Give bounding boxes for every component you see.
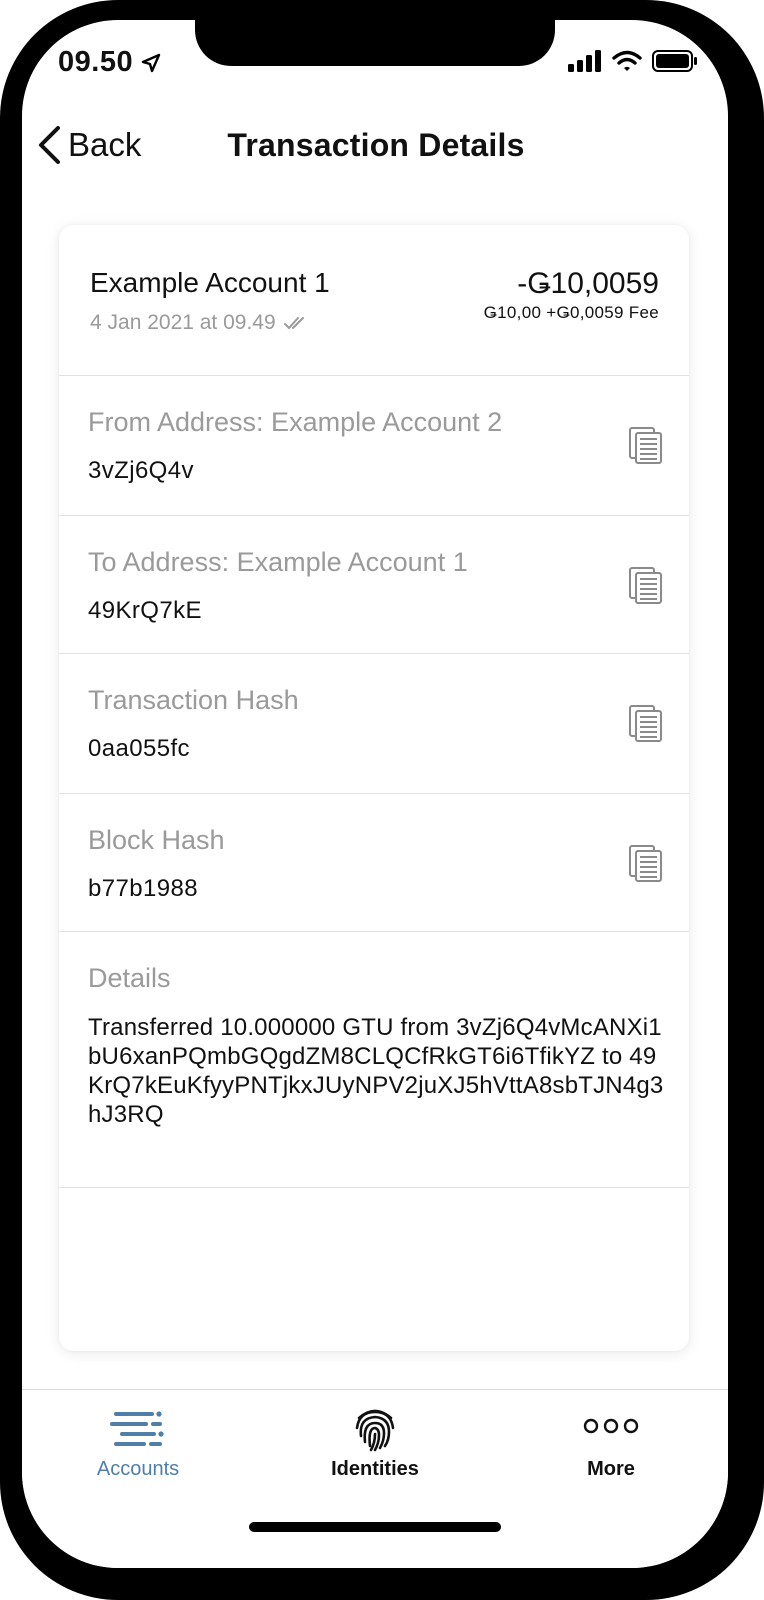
details-row: Details Transferred 10.000000 GTU from 3… bbox=[59, 931, 689, 1188]
from-address-row: From Address: Example Account 2 3vZj6Q4v bbox=[59, 375, 689, 516]
location-arrow-icon bbox=[141, 53, 161, 72]
tab-bar: Accounts Identities More bbox=[22, 1389, 728, 1568]
transaction-amount: -Ǥ10,0059 bbox=[517, 267, 659, 300]
to-address-row: To Address: Example Account 1 49KrQ7kE bbox=[59, 515, 689, 654]
from-address-value: 3vZj6Q4v bbox=[88, 457, 194, 484]
navigation-bar: Back Transaction Details bbox=[22, 120, 728, 170]
block-hash-row: Block Hash b77b1988 bbox=[59, 793, 689, 932]
status-time: 09.50 bbox=[58, 46, 161, 79]
battery-icon bbox=[652, 50, 697, 72]
accounts-list-icon bbox=[110, 1411, 164, 1446]
details-label: Details bbox=[88, 963, 171, 993]
account-name: Example Account 1 bbox=[90, 267, 330, 298]
tab-accounts[interactable]: Accounts bbox=[38, 1390, 238, 1500]
copy-icon[interactable] bbox=[629, 567, 663, 605]
copy-icon[interactable] bbox=[629, 705, 663, 743]
fingerprint-icon bbox=[355, 1409, 395, 1452]
double-check-icon bbox=[283, 317, 304, 330]
transaction-summary: Example Account 1 4 Jan 2021 at 09.49 -Ǥ… bbox=[59, 225, 689, 376]
tab-more-label: More bbox=[587, 1458, 635, 1480]
tab-accounts-label: Accounts bbox=[96, 1458, 180, 1480]
status-indicators bbox=[568, 50, 698, 72]
transaction-hash-row: Transaction Hash 0aa055fc bbox=[59, 653, 689, 794]
page-title: Transaction Details bbox=[227, 127, 525, 163]
status-time-text: 09.50 bbox=[58, 46, 134, 78]
transaction-fee: Ǥ10,00 +Ǥ0,0059 Fee bbox=[483, 303, 659, 322]
cellular-signal-icon bbox=[568, 50, 601, 72]
tab-more[interactable]: More bbox=[511, 1390, 711, 1500]
transaction-date: 4 Jan 2021 at 09.49 bbox=[90, 311, 308, 335]
block-hash-value: b77b1988 bbox=[88, 875, 198, 902]
notch bbox=[195, 20, 555, 66]
tab-identities[interactable]: Identities bbox=[275, 1390, 475, 1500]
transaction-date-text: 4 Jan 2021 at 09.49 bbox=[90, 311, 276, 334]
transaction-hash-label: Transaction Hash bbox=[88, 685, 299, 715]
transaction-hash-value: 0aa055fc bbox=[88, 735, 190, 762]
transaction-card: Example Account 1 4 Jan 2021 at 09.49 -Ǥ… bbox=[59, 225, 689, 1351]
block-hash-label: Block Hash bbox=[88, 825, 225, 855]
to-address-label: To Address: Example Account 1 bbox=[88, 547, 468, 577]
from-address-label: From Address: Example Account 2 bbox=[88, 407, 503, 437]
to-address-value: 49KrQ7kE bbox=[88, 597, 202, 624]
copy-icon[interactable] bbox=[629, 845, 663, 883]
phone-frame: 09.50 Back Transaction Details Example A… bbox=[0, 0, 764, 1600]
home-indicator[interactable] bbox=[249, 1522, 501, 1532]
copy-icon[interactable] bbox=[629, 427, 663, 465]
wifi-icon bbox=[612, 50, 642, 71]
more-dots-icon bbox=[583, 1418, 639, 1434]
details-text: Transferred 10.000000 GTU from 3vZj6Q4vM… bbox=[88, 1014, 664, 1128]
tab-identities-label: Identities bbox=[331, 1458, 419, 1480]
screen: 09.50 Back Transaction Details Example A… bbox=[22, 20, 728, 1568]
